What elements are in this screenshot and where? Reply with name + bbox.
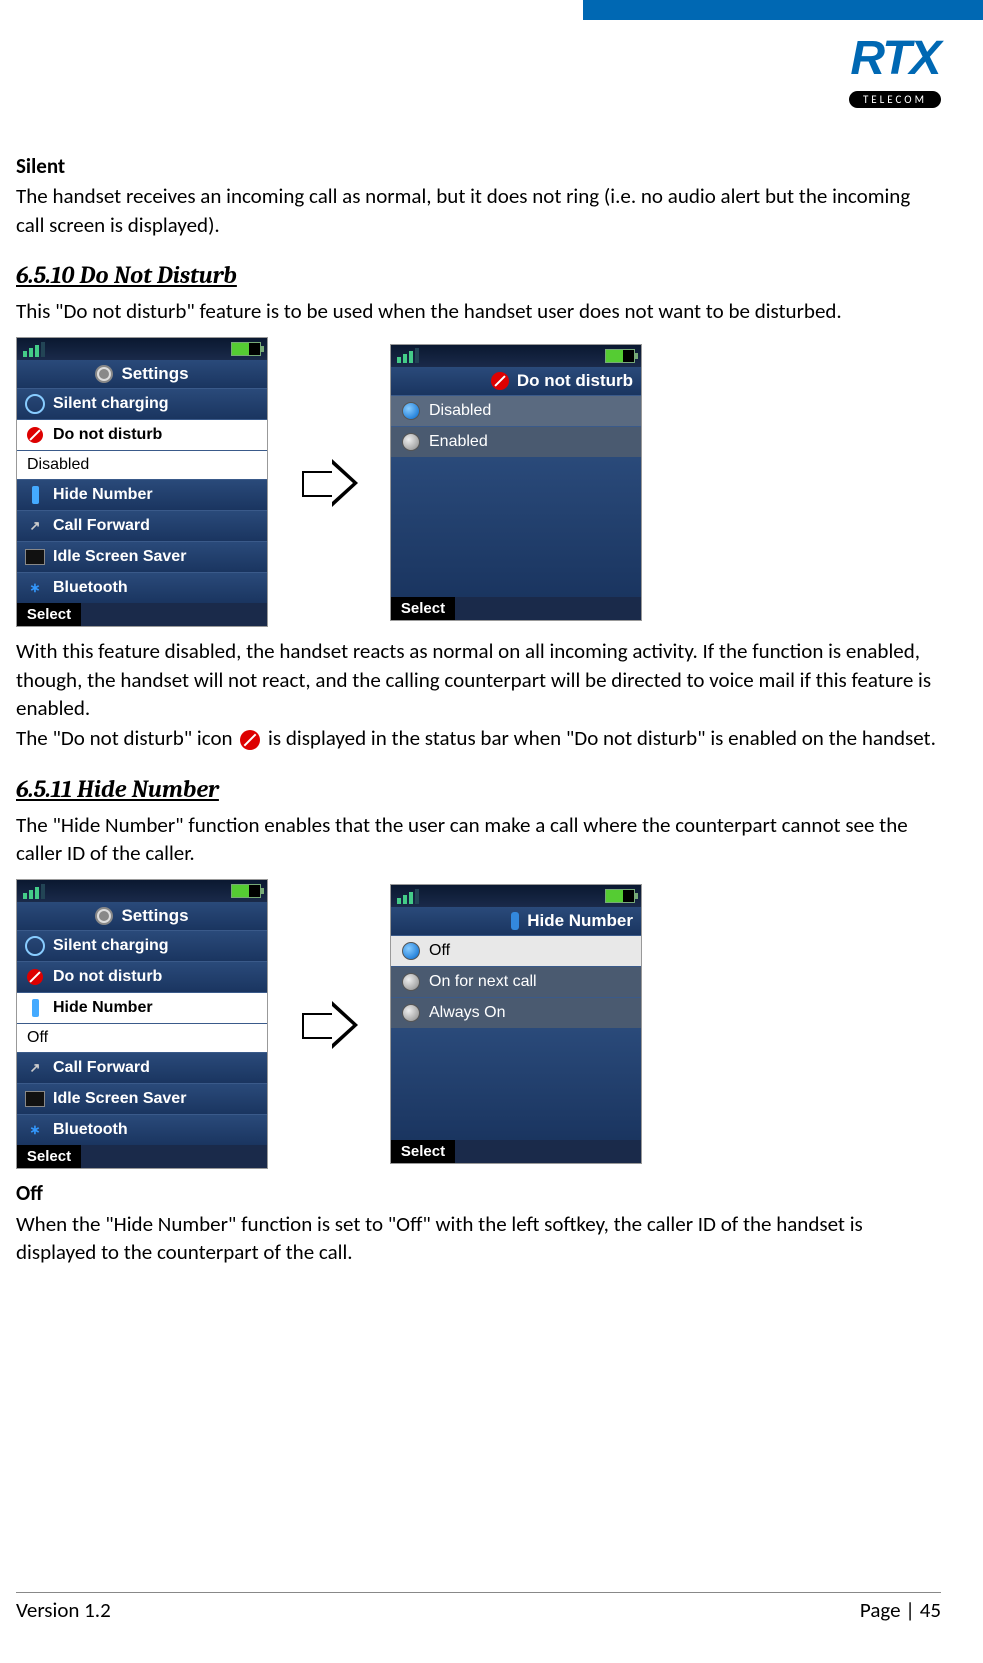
bluetooth-icon: ∗ (25, 1120, 45, 1140)
signal-icon (23, 884, 45, 899)
screen-icon (25, 1091, 45, 1107)
menu-item-silent-charging[interactable]: Silent charging (17, 388, 267, 419)
menu-item-bluetooth[interactable]: ∗ Bluetooth (17, 1114, 267, 1145)
page-footer: Version 1.2 Page | 45 (16, 1592, 941, 1623)
softkey-select[interactable]: Select (17, 1145, 81, 1168)
off-body: When the "Hide Number" function is set t… (16, 1210, 941, 1267)
option-enabled[interactable]: Enabled (391, 426, 641, 457)
menu-item-dnd[interactable]: Do not disturb (17, 419, 267, 450)
menu-item-bluetooth[interactable]: ∗ Bluetooth (17, 572, 267, 603)
logo: RTX TELECOM (849, 35, 941, 109)
screen-title: Do not disturb (391, 367, 641, 395)
gear-icon (95, 365, 113, 383)
menu-item-hide-value: Off (17, 1023, 267, 1052)
screen-empty-area (391, 457, 641, 597)
forward-icon: ↗ (25, 1058, 45, 1078)
radio-icon (402, 433, 420, 451)
section-6511-intro: The "Hide Number" function enables that … (16, 811, 941, 868)
phone-dnd-options: Do not disturb Disabled Enabled Select (390, 344, 642, 621)
dnd-icon (491, 372, 509, 390)
arrow-icon (298, 451, 360, 513)
gear-icon (95, 907, 113, 925)
radio-icon (402, 973, 420, 991)
radio-selected-icon (402, 402, 420, 420)
screen-title-text: Do not disturb (517, 371, 633, 391)
phone-settings-dnd: Settings Silent charging Do not disturb … (16, 337, 268, 627)
softkey-select[interactable]: Select (391, 597, 455, 620)
menu-item-dnd-value: Disabled (17, 450, 267, 479)
screen-title: Settings (17, 360, 267, 388)
bluetooth-icon: ∗ (25, 578, 45, 598)
menu-item-screen-saver[interactable]: Idle Screen Saver (17, 541, 267, 572)
figure-row-dnd: Settings Silent charging Do not disturb … (16, 337, 941, 627)
silent-heading: Silent (16, 152, 941, 180)
screen-title-text: Settings (121, 364, 188, 384)
softkey-select[interactable]: Select (17, 603, 81, 626)
dnd-icon (27, 969, 43, 985)
section-6510-heading: 6.5.10 Do Not Disturb (16, 261, 941, 289)
forward-icon: ↗ (25, 516, 45, 536)
logo-sub: TELECOM (849, 91, 941, 108)
signal-icon (397, 348, 419, 363)
header-accent-bar (583, 0, 983, 20)
screen-empty-area (391, 1028, 641, 1140)
screen-title: Settings (17, 902, 267, 930)
footer-version: Version 1.2 (16, 1597, 111, 1623)
section-6510-body1: With this feature disabled, the handset … (16, 637, 941, 722)
phone-settings-hide: Settings Silent charging Do not disturb … (16, 879, 268, 1169)
status-bar (17, 338, 267, 360)
phone-hide-options: Hide Number Off On for next call Always … (390, 884, 642, 1164)
option-off[interactable]: Off (391, 935, 641, 966)
clock-icon (25, 936, 45, 956)
menu-item-call-forward[interactable]: ↗ Call Forward (17, 1052, 267, 1083)
option-on-next[interactable]: On for next call (391, 966, 641, 997)
clock-icon (25, 394, 45, 414)
screen-icon (25, 549, 45, 565)
option-disabled[interactable]: Disabled (391, 395, 641, 426)
menu-item-dnd[interactable]: Do not disturb (17, 961, 267, 992)
dnd-icon (27, 427, 43, 443)
figure-row-hide: Settings Silent charging Do not disturb … (16, 879, 941, 1169)
radio-selected-icon (402, 942, 420, 960)
arrow-icon (298, 993, 360, 1055)
section-6511-heading: 6.5.11 Hide Number (16, 775, 941, 803)
screen-title-text: Hide Number (527, 911, 633, 931)
footer-page: Page | 45 (860, 1597, 941, 1623)
status-bar (17, 880, 267, 902)
status-bar (391, 885, 641, 907)
signal-icon (23, 342, 45, 357)
battery-icon (231, 884, 261, 898)
option-always-on[interactable]: Always On (391, 997, 641, 1028)
battery-icon (231, 342, 261, 356)
section-6510-body2: The "Do not disturb" icon is displayed i… (16, 724, 941, 752)
menu-item-silent-charging[interactable]: Silent charging (17, 930, 267, 961)
off-heading: Off (16, 1179, 941, 1207)
signal-icon (397, 889, 419, 904)
status-bar (391, 345, 641, 367)
radio-icon (402, 1004, 420, 1022)
battery-icon (605, 889, 635, 903)
menu-item-hide-number[interactable]: Hide Number (17, 479, 267, 510)
info-icon (32, 999, 39, 1017)
screen-title: Hide Number (391, 907, 641, 935)
section-6510-intro: This "Do not disturb" feature is to be u… (16, 297, 941, 325)
logo-main: RTX (849, 35, 941, 83)
dnd-icon (240, 730, 260, 750)
info-icon (511, 912, 519, 930)
softkey-select[interactable]: Select (391, 1140, 455, 1163)
menu-item-screen-saver[interactable]: Idle Screen Saver (17, 1083, 267, 1114)
battery-icon (605, 349, 635, 363)
menu-item-hide-number[interactable]: Hide Number (17, 992, 267, 1023)
page-content: Silent The handset receives an incoming … (16, 152, 941, 1268)
menu-item-call-forward[interactable]: ↗ Call Forward (17, 510, 267, 541)
info-icon (32, 486, 39, 504)
screen-title-text: Settings (121, 906, 188, 926)
silent-body: The handset receives an incoming call as… (16, 182, 941, 239)
